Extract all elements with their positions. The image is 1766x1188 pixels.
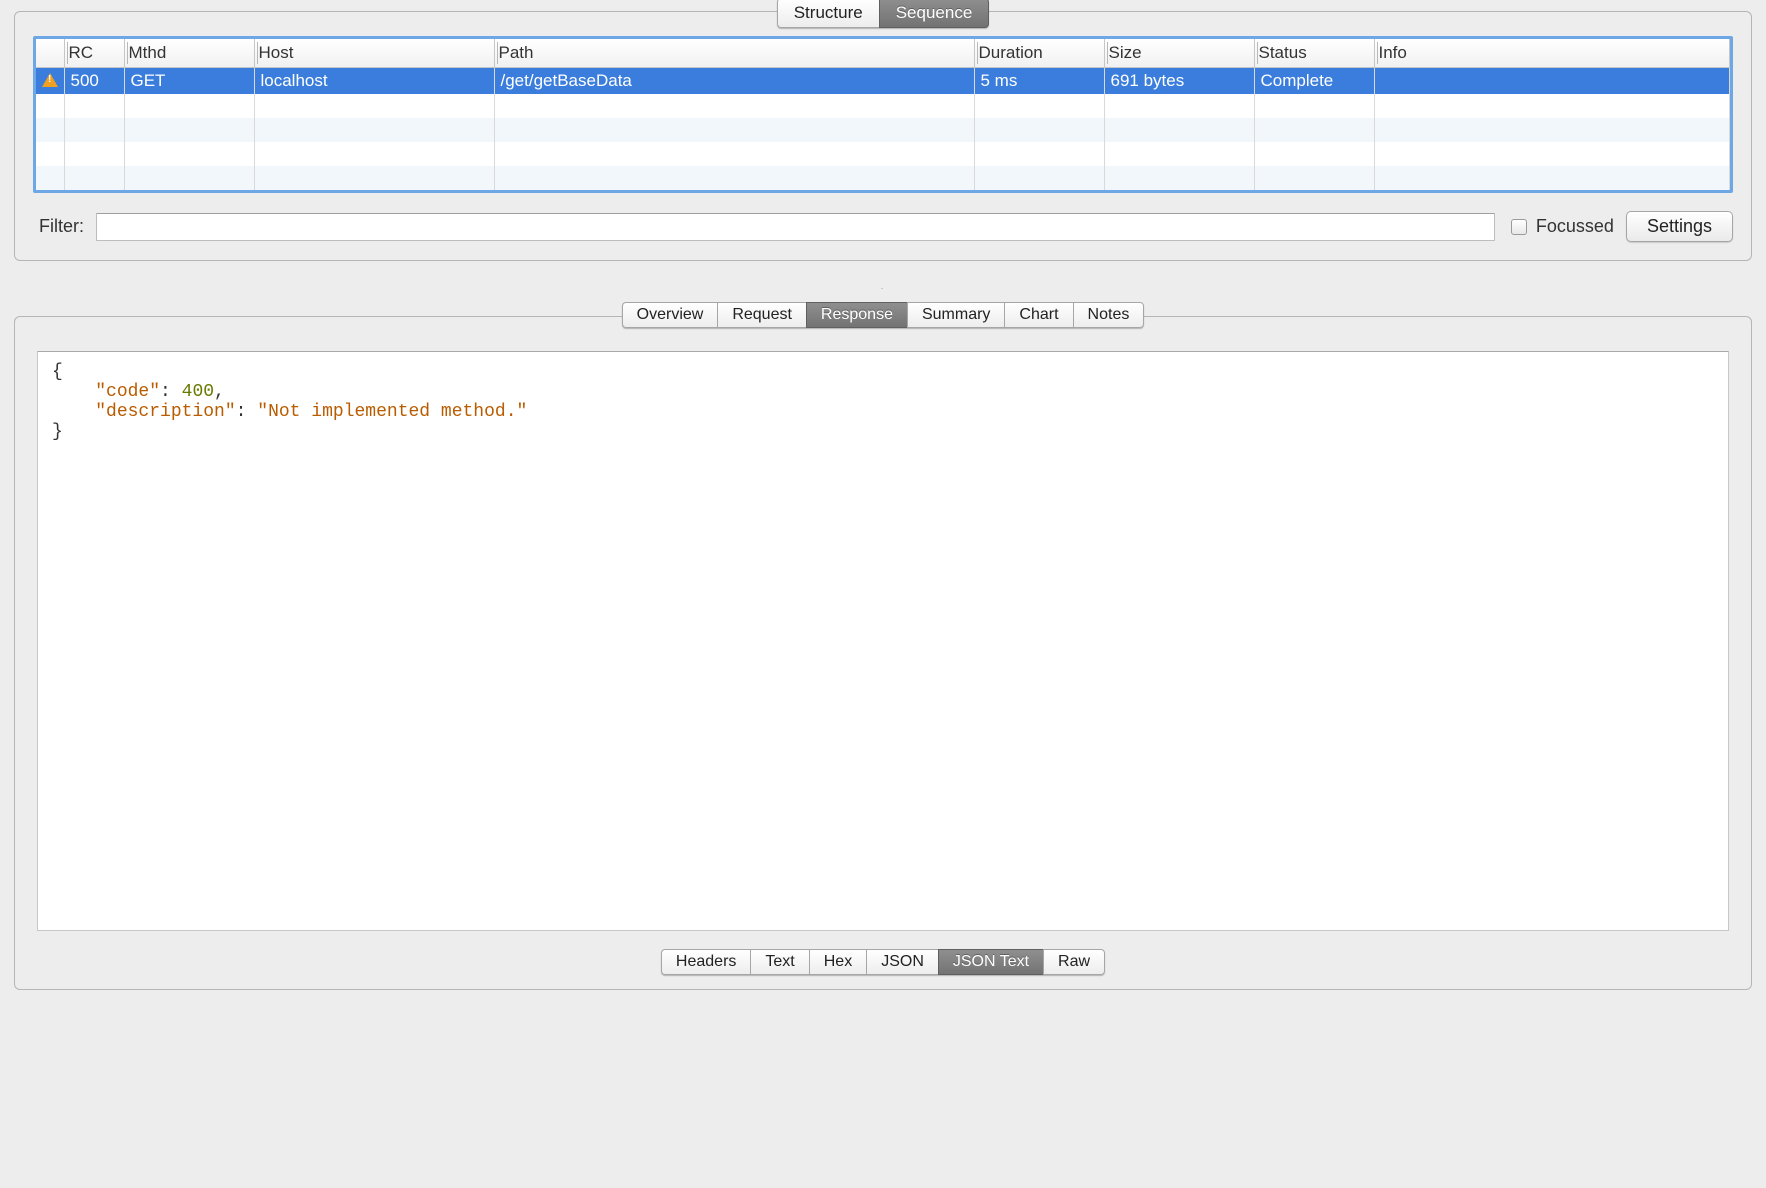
detail-tabs: Overview Request Response Summary Chart … [622, 302, 1145, 328]
tab-json[interactable]: JSON [866, 949, 938, 975]
col-mthd[interactable]: Mthd [124, 39, 254, 68]
table-row[interactable] [36, 166, 1730, 190]
focussed-label: Focussed [1536, 216, 1614, 237]
tab-sequence[interactable]: Sequence [879, 0, 990, 28]
tab-chart[interactable]: Chart [1004, 302, 1072, 328]
col-icon[interactable] [36, 39, 64, 68]
focussed-checkbox-box[interactable] [1511, 219, 1527, 235]
filter-label: Filter: [39, 216, 84, 237]
cell-mthd: GET [124, 68, 254, 95]
cell-info [1374, 68, 1730, 95]
tab-text[interactable]: Text [750, 949, 808, 975]
col-info[interactable]: Info [1374, 39, 1730, 68]
cell-path: /get/getBaseData [494, 68, 974, 95]
cell-duration: 5 ms [974, 68, 1104, 95]
tab-headers[interactable]: Headers [661, 949, 750, 975]
response-panel: { "code": 400, "description": "Not imple… [14, 316, 1752, 990]
table-row[interactable] [36, 118, 1730, 142]
cell-rc: 500 [64, 68, 124, 95]
response-body[interactable]: { "code": 400, "description": "Not imple… [37, 351, 1729, 931]
tab-overview[interactable]: Overview [622, 302, 718, 328]
tab-notes[interactable]: Notes [1073, 302, 1145, 328]
col-size[interactable]: Size [1104, 39, 1254, 68]
table-row[interactable] [36, 142, 1730, 166]
tab-summary[interactable]: Summary [907, 302, 1004, 328]
settings-button[interactable]: Settings [1626, 211, 1733, 242]
tab-response[interactable]: Response [806, 302, 907, 328]
col-host[interactable]: Host [254, 39, 494, 68]
focussed-checkbox[interactable]: Focussed [1507, 216, 1614, 238]
filter-input[interactable] [96, 213, 1495, 241]
pane-splitter[interactable]: ∙ [0, 283, 1766, 294]
tab-hex[interactable]: Hex [809, 949, 866, 975]
requests-table-wrap: RC Mthd Host Path Duration Size Status I… [33, 36, 1733, 193]
response-format-tabs: Headers Text Hex JSON JSON Text Raw [661, 949, 1105, 975]
col-status[interactable]: Status [1254, 39, 1374, 68]
tab-structure[interactable]: Structure [777, 0, 879, 28]
col-duration[interactable]: Duration [974, 39, 1104, 68]
tab-request[interactable]: Request [717, 302, 806, 328]
tab-json-text[interactable]: JSON Text [938, 949, 1043, 975]
view-mode-tabs: Structure Sequence [777, 0, 990, 28]
requests-panel: RC Mthd Host Path Duration Size Status I… [14, 11, 1752, 261]
table-row[interactable] [36, 94, 1730, 118]
row-status-icon [36, 68, 64, 95]
cell-status: Complete [1254, 68, 1374, 95]
warning-icon [42, 73, 58, 87]
col-path[interactable]: Path [494, 39, 974, 68]
cell-host: localhost [254, 68, 494, 95]
col-rc[interactable]: RC [64, 39, 124, 68]
requests-table: RC Mthd Host Path Duration Size Status I… [36, 39, 1730, 190]
tab-raw[interactable]: Raw [1043, 949, 1105, 975]
cell-size: 691 bytes [1104, 68, 1254, 95]
table-row[interactable]: 500 GET localhost /get/getBaseData 5 ms … [36, 68, 1730, 95]
